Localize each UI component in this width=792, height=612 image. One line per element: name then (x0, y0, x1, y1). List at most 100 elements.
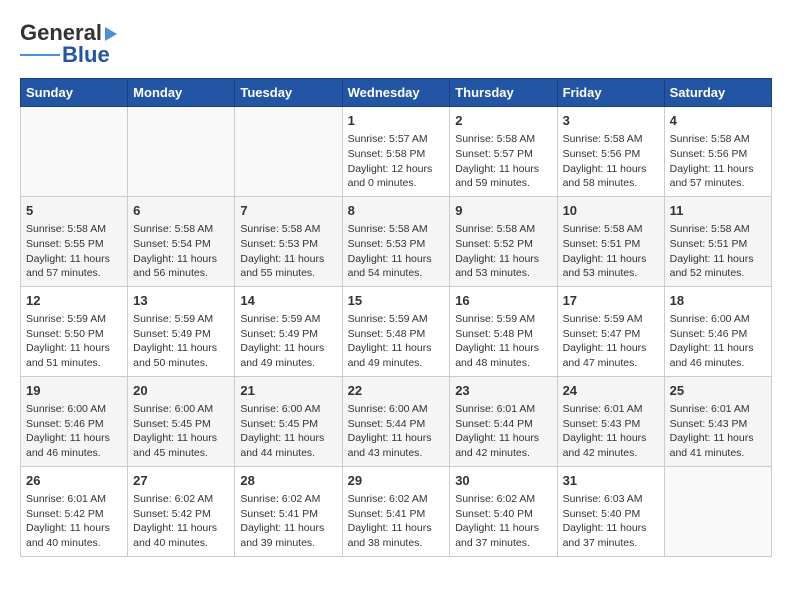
day-info: Sunrise: 6:02 AM (133, 492, 229, 507)
day-number: 14 (240, 292, 336, 310)
day-info: Daylight: 11 hours (26, 341, 122, 356)
calendar-cell: 24Sunrise: 6:01 AMSunset: 5:43 PMDayligh… (557, 376, 664, 466)
calendar-cell: 30Sunrise: 6:02 AMSunset: 5:40 PMDayligh… (450, 466, 557, 556)
calendar-cell: 13Sunrise: 5:59 AMSunset: 5:49 PMDayligh… (128, 286, 235, 376)
day-info: and 53 minutes. (563, 266, 659, 281)
day-number: 12 (26, 292, 122, 310)
day-info: and 37 minutes. (563, 536, 659, 551)
calendar-cell: 5Sunrise: 5:58 AMSunset: 5:55 PMDaylight… (21, 196, 128, 286)
calendar-cell (21, 107, 128, 197)
day-info: Sunset: 5:56 PM (670, 147, 766, 162)
day-number: 30 (455, 472, 551, 490)
day-info: Sunrise: 6:00 AM (348, 402, 445, 417)
weekday-header-thursday: Thursday (450, 79, 557, 107)
day-info: Sunset: 5:50 PM (26, 327, 122, 342)
day-info: and 57 minutes. (26, 266, 122, 281)
calendar-week-row: 12Sunrise: 5:59 AMSunset: 5:50 PMDayligh… (21, 286, 772, 376)
weekday-header-sunday: Sunday (21, 79, 128, 107)
day-info: Daylight: 11 hours (240, 252, 336, 267)
day-info: Daylight: 11 hours (455, 252, 551, 267)
day-info: and 40 minutes. (133, 536, 229, 551)
day-number: 23 (455, 382, 551, 400)
calendar-cell: 26Sunrise: 6:01 AMSunset: 5:42 PMDayligh… (21, 466, 128, 556)
day-info: Sunrise: 5:57 AM (348, 132, 445, 147)
day-info: Sunset: 5:54 PM (133, 237, 229, 252)
day-info: Daylight: 11 hours (133, 431, 229, 446)
day-info: Sunset: 5:45 PM (133, 417, 229, 432)
day-number: 19 (26, 382, 122, 400)
weekday-header-friday: Friday (557, 79, 664, 107)
day-number: 4 (670, 112, 766, 130)
calendar-cell: 21Sunrise: 6:00 AMSunset: 5:45 PMDayligh… (235, 376, 342, 466)
day-number: 24 (563, 382, 659, 400)
day-info: and 45 minutes. (133, 446, 229, 461)
weekday-header-wednesday: Wednesday (342, 79, 450, 107)
day-info: Daylight: 11 hours (563, 341, 659, 356)
day-info: Daylight: 11 hours (348, 521, 445, 536)
day-info: Daylight: 11 hours (670, 162, 766, 177)
day-info: and 38 minutes. (348, 536, 445, 551)
calendar-cell: 28Sunrise: 6:02 AMSunset: 5:41 PMDayligh… (235, 466, 342, 556)
day-info: Sunset: 5:53 PM (240, 237, 336, 252)
day-info: Sunset: 5:40 PM (455, 507, 551, 522)
day-info: Sunset: 5:46 PM (670, 327, 766, 342)
day-number: 5 (26, 202, 122, 220)
day-info: Daylight: 11 hours (240, 521, 336, 536)
logo-arrow-icon (105, 27, 117, 41)
calendar-cell (664, 466, 771, 556)
logo-underline (20, 54, 60, 56)
day-info: Daylight: 11 hours (455, 162, 551, 177)
calendar-cell: 14Sunrise: 5:59 AMSunset: 5:49 PMDayligh… (235, 286, 342, 376)
weekday-header-monday: Monday (128, 79, 235, 107)
day-info: and 49 minutes. (240, 356, 336, 371)
day-info: and 0 minutes. (348, 176, 445, 191)
calendar-cell: 4 Sunrise: 5:58 AMSunset: 5:56 PMDaylight… (664, 107, 771, 197)
logo-blue: Blue (62, 42, 110, 68)
day-info: Sunrise: 6:01 AM (670, 402, 766, 417)
day-info: Sunrise: 5:58 AM (133, 222, 229, 237)
day-info: Sunset: 5:42 PM (133, 507, 229, 522)
calendar-cell: 18Sunrise: 6:00 AMSunset: 5:46 PMDayligh… (664, 286, 771, 376)
day-info: Sunrise: 5:59 AM (348, 312, 445, 327)
calendar-cell: 16Sunrise: 5:59 AMSunset: 5:48 PMDayligh… (450, 286, 557, 376)
logo: General Blue (20, 20, 117, 68)
day-info: Sunset: 5:43 PM (563, 417, 659, 432)
calendar-header-row: SundayMondayTuesdayWednesdayThursdayFrid… (21, 79, 772, 107)
day-info: Sunrise: 5:58 AM (455, 222, 551, 237)
day-info: Sunset: 5:49 PM (133, 327, 229, 342)
day-info: Sunset: 5:40 PM (563, 507, 659, 522)
day-info: and 56 minutes. (133, 266, 229, 281)
day-info: and 41 minutes. (670, 446, 766, 461)
calendar-cell: 3Sunrise: 5:58 AMSunset: 5:56 PMDaylight… (557, 107, 664, 197)
day-info: Sunrise: 6:03 AM (563, 492, 659, 507)
day-number: 25 (670, 382, 766, 400)
day-info: Sunrise: 6:01 AM (563, 402, 659, 417)
calendar-cell: 22Sunrise: 6:00 AMSunset: 5:44 PMDayligh… (342, 376, 450, 466)
day-info: Daylight: 11 hours (26, 521, 122, 536)
day-number: 20 (133, 382, 229, 400)
day-info: and 53 minutes. (455, 266, 551, 281)
day-info: Sunrise: 6:00 AM (240, 402, 336, 417)
day-info: Sunrise: 5:58 AM (670, 132, 766, 147)
page-header: General Blue (20, 20, 772, 68)
day-info: Daylight: 11 hours (348, 252, 445, 267)
day-number: 16 (455, 292, 551, 310)
day-info: Sunrise: 6:02 AM (240, 492, 336, 507)
day-info: and 47 minutes. (563, 356, 659, 371)
day-number: 11 (670, 202, 766, 220)
day-info: Daylight: 11 hours (670, 341, 766, 356)
day-number: 17 (563, 292, 659, 310)
day-info: and 44 minutes. (240, 446, 336, 461)
day-info: and 59 minutes. (455, 176, 551, 191)
day-info: Sunrise: 5:58 AM (240, 222, 336, 237)
day-info: Sunrise: 5:59 AM (455, 312, 551, 327)
calendar-cell: 1Sunrise: 5:57 AMSunset: 5:58 PMDaylight… (342, 107, 450, 197)
calendar-cell: 11Sunrise: 5:58 AMSunset: 5:51 PMDayligh… (664, 196, 771, 286)
day-info: and 57 minutes. (670, 176, 766, 191)
weekday-header-tuesday: Tuesday (235, 79, 342, 107)
day-info: and 54 minutes. (348, 266, 445, 281)
day-number: 28 (240, 472, 336, 490)
calendar-cell: 29Sunrise: 6:02 AMSunset: 5:41 PMDayligh… (342, 466, 450, 556)
day-info: Sunrise: 5:58 AM (26, 222, 122, 237)
day-number: 10 (563, 202, 659, 220)
